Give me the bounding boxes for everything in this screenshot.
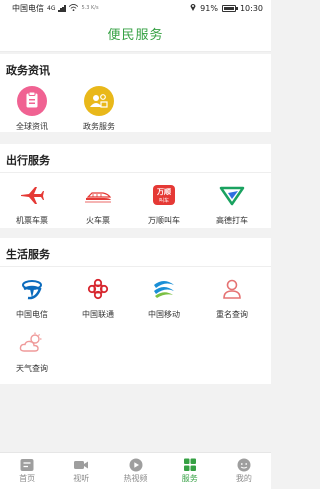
divider	[0, 172, 271, 173]
service-amap-taxi[interactable]: 高德打车	[202, 178, 262, 226]
china-unicom-logo-icon	[81, 272, 115, 306]
wanshun-logo-icon: 万顺 叫车	[147, 178, 181, 212]
wifi-icon	[69, 3, 79, 13]
service-china-mobile[interactable]: 中国移动	[134, 272, 194, 320]
tab-services[interactable]: 服务	[163, 453, 217, 489]
page-title: 便民服务	[107, 28, 164, 43]
tab-label: 首页	[19, 474, 36, 483]
section-life: 生活服务 中国电信 中国联通 中国移动 重名查询 天气查询	[0, 238, 271, 384]
person-search-icon	[215, 272, 249, 306]
service-government[interactable]: 政务服务	[69, 84, 129, 132]
bottom-tab-bar: 首页 视听 热视频 服务 我的	[0, 452, 271, 489]
weather-cloud-icon	[15, 326, 49, 360]
carrier-label: 中国电信	[12, 3, 44, 13]
signal-icon	[58, 4, 66, 12]
clock: 10:30	[239, 3, 263, 13]
service-label: 高德打车	[216, 216, 248, 225]
status-bar: 中国电信 4G 5.3 K/s 91% 10:30	[0, 0, 271, 16]
tab-home[interactable]: 首页	[0, 453, 54, 489]
service-label: 中国电信	[16, 310, 48, 319]
section-travel: 出行服务 机票车票 火车票 万顺 叫车 万顺叫车 高德打车	[0, 144, 271, 228]
header-bar: 便民服务	[0, 16, 271, 52]
svg-text:万顺: 万顺	[156, 187, 171, 196]
service-weather[interactable]: 天气查询	[2, 326, 62, 374]
service-label: 天气查询	[16, 364, 48, 373]
china-mobile-logo-icon	[147, 272, 181, 306]
service-label: 全球资讯	[16, 122, 48, 131]
tab-label: 我的	[235, 474, 252, 483]
news-clipboard-icon	[15, 84, 49, 118]
service-china-telecom[interactable]: 中国电信	[2, 272, 62, 320]
service-label: 万顺叫车	[148, 216, 180, 225]
service-name-search[interactable]: 重名查询	[202, 272, 262, 320]
grid-icon	[182, 457, 198, 471]
section-title: 出行服务	[6, 154, 50, 167]
service-label: 火车票	[86, 216, 110, 225]
section-title: 政务资讯	[6, 64, 50, 77]
battery-icon	[221, 4, 238, 12]
tab-label: 服务	[181, 474, 198, 483]
service-label: 机票车票	[16, 216, 48, 225]
home-icon	[19, 457, 35, 471]
service-label: 政务服务	[83, 122, 115, 131]
section-title: 生活服务	[6, 248, 50, 261]
section-government-news: 政务资讯 全球资讯 政务服务	[0, 54, 271, 132]
divider	[0, 266, 271, 267]
tab-label: 视听	[73, 474, 90, 483]
network-label: 4G	[47, 4, 56, 12]
train-icon	[81, 178, 115, 212]
service-china-unicom[interactable]: 中国联通	[68, 272, 128, 320]
video-camera-icon	[73, 457, 89, 471]
network-speed: 5.3 K/s	[81, 5, 99, 11]
airplane-icon	[15, 178, 49, 212]
service-train-tickets[interactable]: 火车票	[68, 178, 128, 226]
service-label: 重名查询	[216, 310, 248, 319]
profile-icon	[236, 457, 252, 472]
tab-label: 热视频	[123, 474, 148, 483]
service-global-news[interactable]: 全球资讯	[2, 84, 62, 132]
tab-audio-visual[interactable]: 视听	[54, 453, 108, 489]
government-service-icon	[82, 84, 116, 118]
amap-taxi-icon	[215, 178, 249, 212]
play-icon	[128, 457, 144, 472]
svg-text:叫车: 叫车	[159, 197, 169, 204]
tab-profile[interactable]: 我的	[217, 453, 271, 489]
location-icon	[190, 3, 196, 13]
china-telecom-logo-icon	[15, 272, 49, 306]
tab-hot-video[interactable]: 热视频	[108, 453, 162, 489]
service-air-tickets[interactable]: 机票车票	[2, 178, 62, 226]
service-wanshun-taxi[interactable]: 万顺 叫车 万顺叫车	[134, 178, 194, 226]
service-label: 中国联通	[82, 310, 114, 319]
service-label: 中国移动	[148, 310, 180, 319]
battery-percent: 91%	[200, 3, 218, 13]
